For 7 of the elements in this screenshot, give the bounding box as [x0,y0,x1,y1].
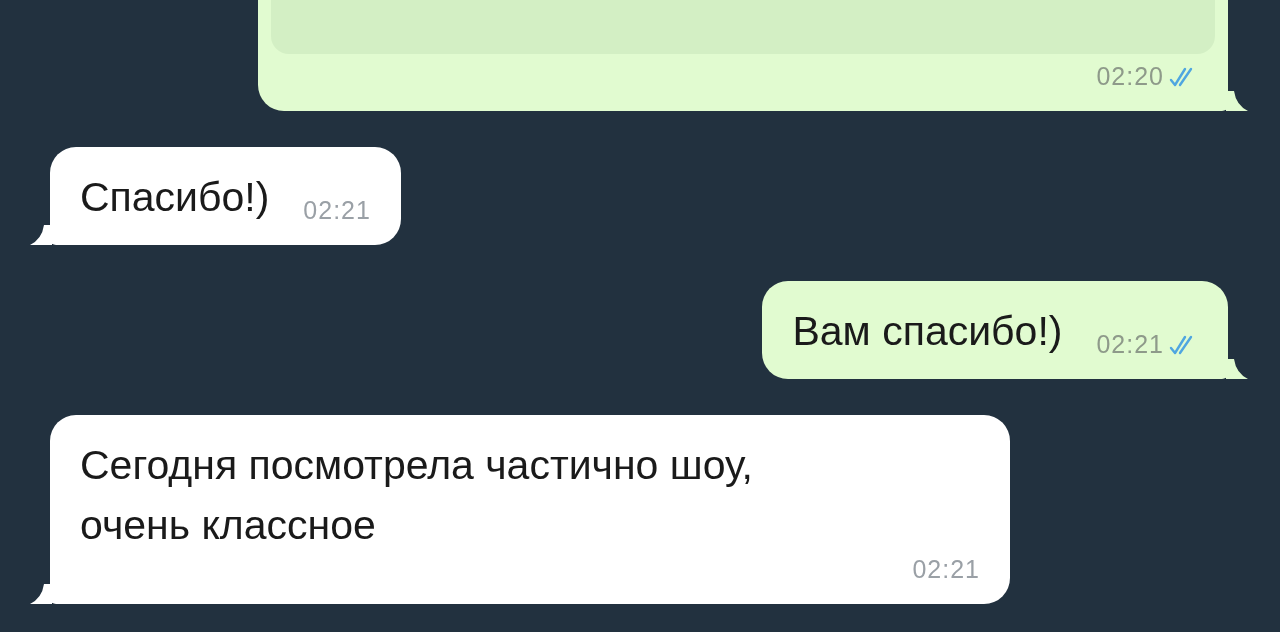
message-time: 02:21 [912,555,980,584]
message-time: 02:21 [1096,330,1164,359]
message-text: Вам спасибо!) [792,307,1063,356]
message-text: Сегодня посмотрела частично шоу, очень классное [80,441,754,550]
message-text: Спасибо!) [80,173,270,222]
message-time: 02:20 [1096,62,1164,91]
message-time: 02:21 [303,196,371,225]
